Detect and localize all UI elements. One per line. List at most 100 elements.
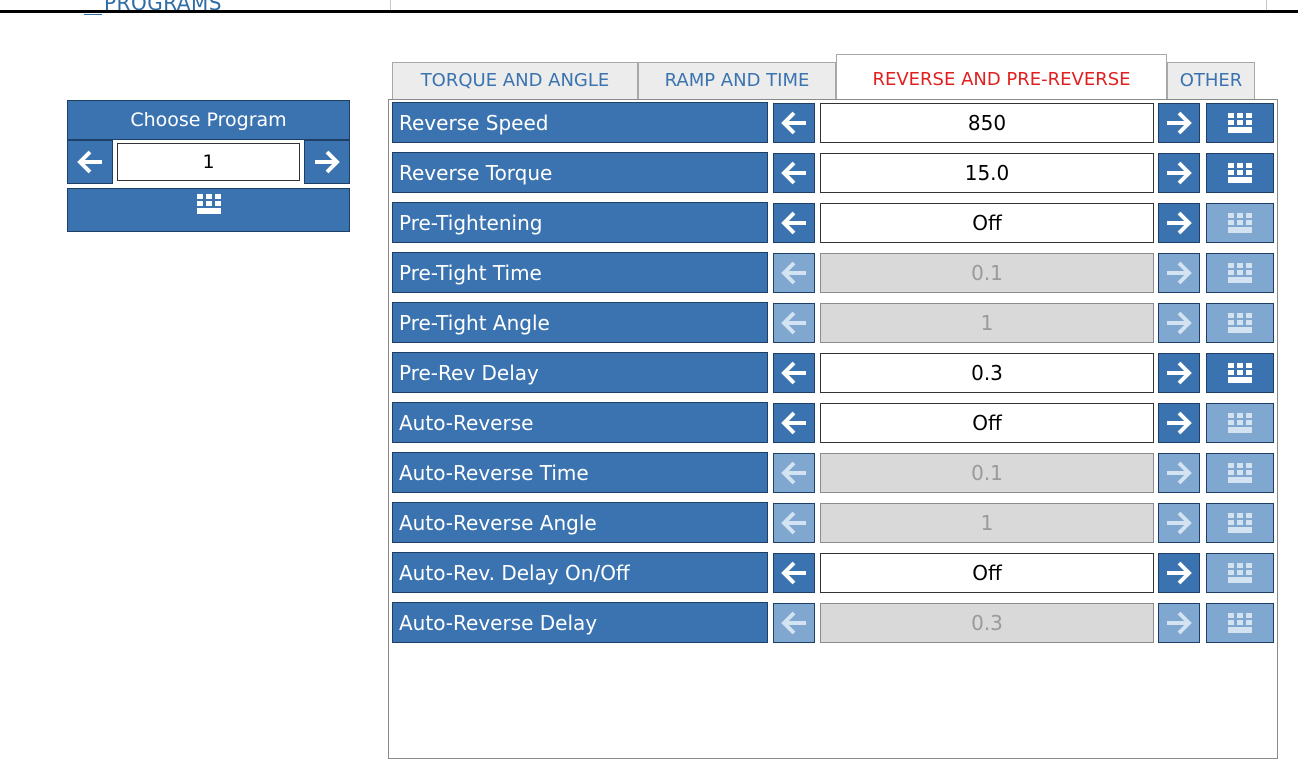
increment-button[interactable] bbox=[1158, 353, 1200, 393]
keypad-icon bbox=[1227, 612, 1253, 634]
increment-button[interactable] bbox=[1158, 503, 1200, 543]
keypad-button[interactable] bbox=[1206, 203, 1274, 243]
param-row-pre-tight-angle: Pre-Tight Angle 1 bbox=[392, 300, 1277, 344]
keypad-button[interactable] bbox=[1206, 453, 1274, 493]
param-label: Pre-Rev Delay bbox=[392, 352, 768, 393]
increment-button[interactable] bbox=[1158, 303, 1200, 343]
arrow-left-icon bbox=[779, 409, 809, 437]
param-label: Reverse Torque bbox=[392, 152, 768, 193]
param-label: Auto-Reverse Time bbox=[392, 452, 768, 493]
tab-torque-and-angle[interactable]: TORQUE AND ANGLE bbox=[392, 62, 638, 99]
tab-ramp-and-time[interactable]: RAMP AND TIME bbox=[638, 62, 836, 99]
param-value-field[interactable]: 0.1 bbox=[820, 453, 1154, 493]
header-divider bbox=[390, 0, 391, 10]
header-rule bbox=[0, 10, 1298, 13]
keypad-button[interactable] bbox=[1206, 353, 1274, 393]
param-value-field[interactable]: 0.3 bbox=[820, 353, 1154, 393]
decrement-button[interactable] bbox=[773, 303, 815, 343]
program-next-button[interactable] bbox=[304, 140, 350, 184]
param-row-pre-rev-delay: Pre-Rev Delay 0.3 bbox=[392, 350, 1277, 394]
keypad-icon bbox=[196, 193, 222, 215]
arrow-right-icon bbox=[1164, 159, 1194, 187]
arrow-left-icon bbox=[779, 559, 809, 587]
choose-program-title: Choose Program bbox=[67, 100, 350, 140]
increment-button[interactable] bbox=[1158, 553, 1200, 593]
param-row-pre-tightening: Pre-Tightening Off bbox=[392, 200, 1277, 244]
keypad-icon bbox=[1227, 562, 1253, 584]
param-value-field[interactable]: 0.3 bbox=[820, 603, 1154, 643]
keypad-button[interactable] bbox=[1206, 553, 1274, 593]
arrow-left-icon bbox=[779, 159, 809, 187]
increment-button[interactable] bbox=[1158, 203, 1200, 243]
param-value-field[interactable]: 0.1 bbox=[820, 253, 1154, 293]
arrow-right-icon bbox=[1164, 459, 1194, 487]
param-label: Auto-Reverse bbox=[392, 402, 768, 443]
decrement-button[interactable] bbox=[773, 603, 815, 643]
increment-button[interactable] bbox=[1158, 603, 1200, 643]
arrow-right-icon bbox=[1164, 109, 1194, 137]
keypad-button[interactable] bbox=[1206, 603, 1274, 643]
arrow-right-icon bbox=[1164, 309, 1194, 337]
increment-button[interactable] bbox=[1158, 403, 1200, 443]
arrow-left-icon bbox=[779, 109, 809, 137]
keypad-button[interactable] bbox=[1206, 253, 1274, 293]
increment-button[interactable] bbox=[1158, 153, 1200, 193]
decrement-button[interactable] bbox=[773, 153, 815, 193]
param-value-field[interactable]: Off bbox=[820, 203, 1154, 243]
param-row-auto-rev-delay-on-off: Auto-Rev. Delay On/Off Off bbox=[392, 550, 1277, 594]
decrement-button[interactable] bbox=[773, 453, 815, 493]
arrow-right-icon bbox=[1164, 609, 1194, 637]
decrement-button[interactable] bbox=[773, 203, 815, 243]
param-row-auto-reverse-time: Auto-Reverse Time 0.1 bbox=[392, 450, 1277, 494]
header-divider bbox=[1266, 0, 1267, 10]
program-chooser: Choose Program 1 bbox=[67, 100, 350, 232]
section-title-rule bbox=[84, 14, 102, 15]
param-value-field[interactable]: Off bbox=[820, 553, 1154, 593]
arrow-right-icon bbox=[1164, 209, 1194, 237]
tab-other[interactable]: OTHER bbox=[1167, 62, 1255, 99]
param-value-field[interactable]: Off bbox=[820, 403, 1154, 443]
keypad-icon bbox=[1227, 212, 1253, 234]
arrow-left-icon bbox=[779, 609, 809, 637]
program-prev-button[interactable] bbox=[67, 140, 113, 184]
decrement-button[interactable] bbox=[773, 403, 815, 443]
param-value-field[interactable]: 850 bbox=[820, 103, 1154, 143]
param-value-field[interactable]: 15.0 bbox=[820, 153, 1154, 193]
keypad-button[interactable] bbox=[1206, 303, 1274, 343]
program-keypad-button[interactable] bbox=[67, 188, 350, 232]
keypad-icon bbox=[1227, 462, 1253, 484]
decrement-button[interactable] bbox=[773, 103, 815, 143]
keypad-icon bbox=[1227, 312, 1253, 334]
decrement-button[interactable] bbox=[773, 353, 815, 393]
tab-reverse-and-pre-reverse[interactable]: REVERSE AND PRE-REVERSE bbox=[836, 54, 1167, 100]
param-value-field[interactable]: 1 bbox=[820, 303, 1154, 343]
param-row-auto-reverse-angle: Auto-Reverse Angle 1 bbox=[392, 500, 1277, 544]
param-label: Pre-Tightening bbox=[392, 202, 768, 243]
arrow-right-icon bbox=[1164, 409, 1194, 437]
param-value-field[interactable]: 1 bbox=[820, 503, 1154, 543]
decrement-button[interactable] bbox=[773, 253, 815, 293]
increment-button[interactable] bbox=[1158, 253, 1200, 293]
keypad-button[interactable] bbox=[1206, 403, 1274, 443]
arrow-left-icon bbox=[779, 259, 809, 287]
arrow-right-icon bbox=[312, 147, 342, 177]
keypad-button[interactable] bbox=[1206, 103, 1274, 143]
keypad-button[interactable] bbox=[1206, 153, 1274, 193]
param-label: Pre-Tight Angle bbox=[392, 302, 768, 343]
param-label: Auto-Reverse Angle bbox=[392, 502, 768, 543]
arrow-right-icon bbox=[1164, 259, 1194, 287]
program-number-field[interactable]: 1 bbox=[117, 143, 300, 181]
arrow-left-icon bbox=[779, 459, 809, 487]
keypad-icon bbox=[1227, 412, 1253, 434]
arrow-right-icon bbox=[1164, 359, 1194, 387]
param-row-reverse-speed: Reverse Speed 850 bbox=[392, 100, 1277, 144]
decrement-button[interactable] bbox=[773, 553, 815, 593]
param-label: Reverse Speed bbox=[392, 102, 768, 143]
increment-button[interactable] bbox=[1158, 103, 1200, 143]
increment-button[interactable] bbox=[1158, 453, 1200, 493]
keypad-button[interactable] bbox=[1206, 503, 1274, 543]
param-label: Pre-Tight Time bbox=[392, 252, 768, 293]
decrement-button[interactable] bbox=[773, 503, 815, 543]
arrow-right-icon bbox=[1164, 559, 1194, 587]
param-row-pre-tight-time: Pre-Tight Time 0.1 bbox=[392, 250, 1277, 294]
